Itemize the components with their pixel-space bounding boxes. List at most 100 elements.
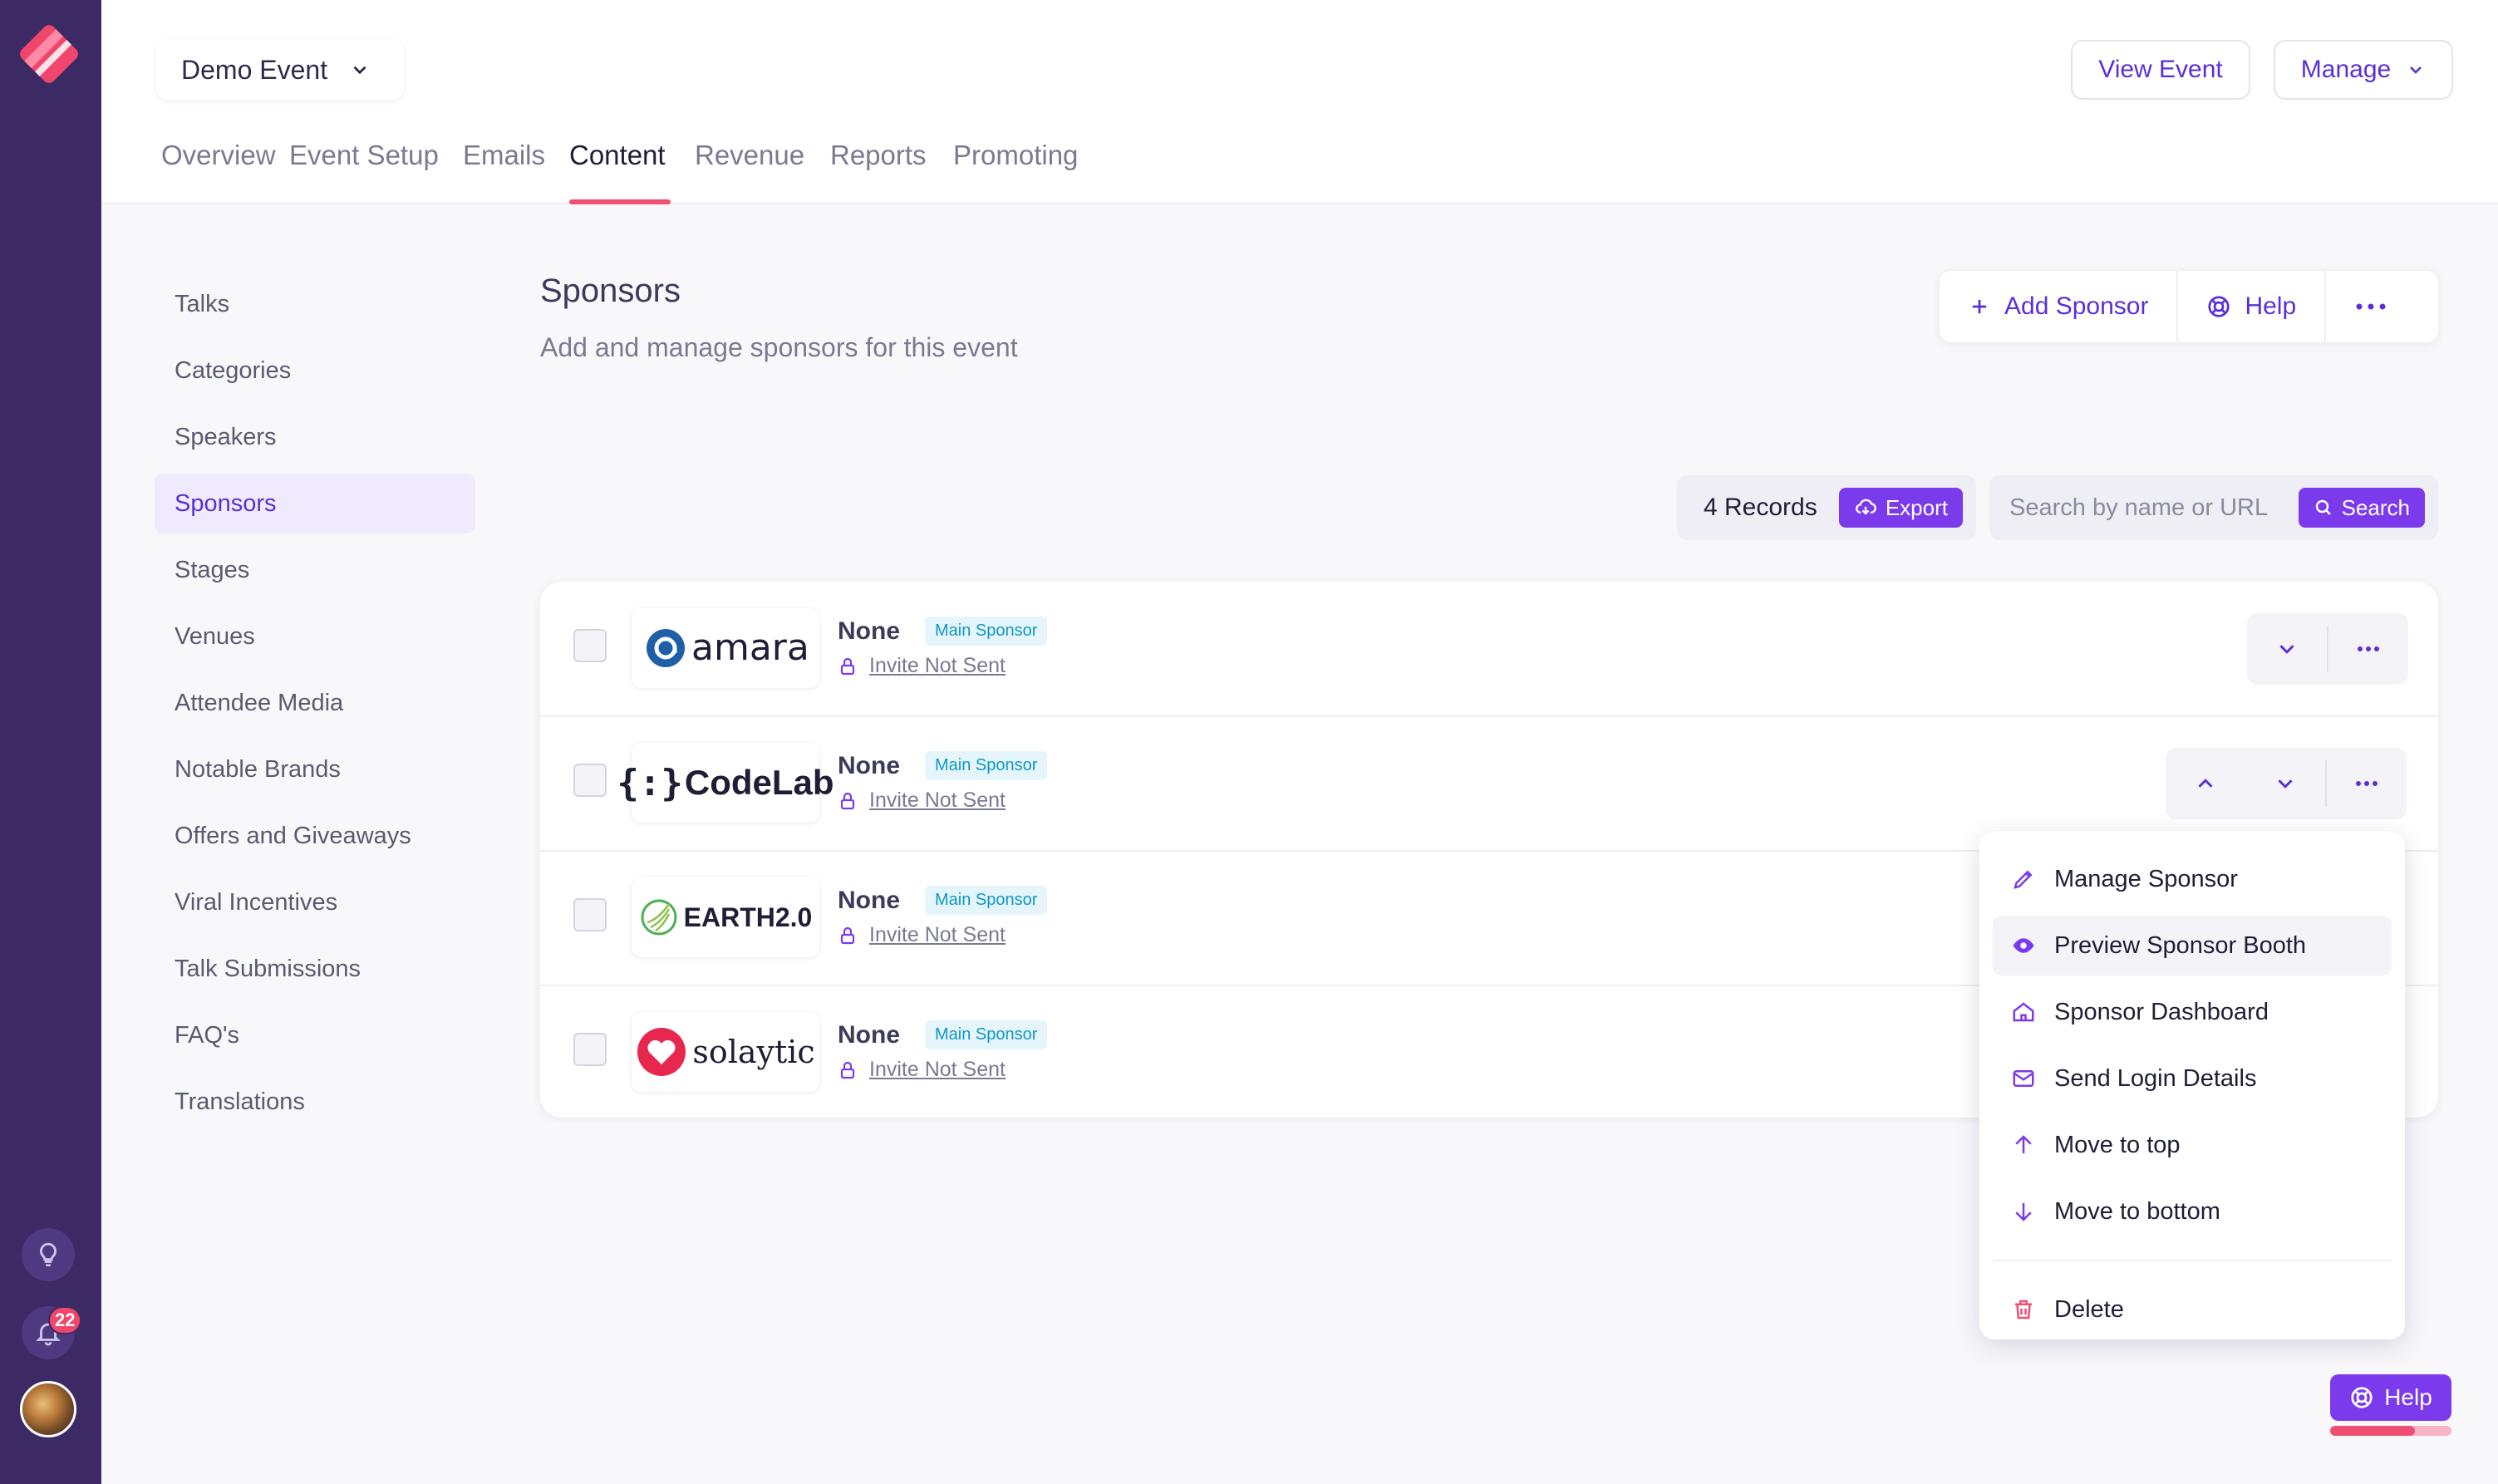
tab-reports[interactable]: Reports bbox=[830, 140, 927, 171]
menu-divider bbox=[1993, 1260, 2392, 1261]
chevron-down-icon bbox=[2279, 645, 2294, 654]
move-up-button[interactable] bbox=[2166, 748, 2245, 819]
row-checkbox[interactable] bbox=[573, 764, 607, 797]
sponsor-meta: None Main Sponsor Invite Not Sent bbox=[838, 886, 1048, 947]
sponsor-actions-menu: Manage Sponsor Preview Sponsor Booth Spo… bbox=[1979, 831, 2405, 1339]
export-button[interactable]: Export bbox=[1838, 488, 1963, 528]
menu-item-manage-sponsor[interactable]: Manage Sponsor bbox=[1993, 849, 2392, 909]
sidebar-item-talks[interactable]: Talks bbox=[155, 274, 475, 334]
row-checkbox[interactable] bbox=[573, 629, 607, 662]
invite-status-link[interactable]: Invite Not Sent bbox=[838, 923, 1047, 947]
invite-status-link[interactable]: Invite Not Sent bbox=[838, 789, 1047, 813]
sidebar-item-attendee-media[interactable]: Attendee Media bbox=[155, 673, 475, 733]
menu-item-label: Send Login Details bbox=[2054, 1064, 2257, 1092]
invite-status-label: Invite Not Sent bbox=[869, 654, 1006, 677]
menu-item-label: Preview Sponsor Booth bbox=[2054, 931, 2307, 959]
menu-item-send-login[interactable]: Send Login Details bbox=[1993, 1049, 2392, 1108]
event-name: Demo Event bbox=[181, 54, 328, 85]
help-progress-fill bbox=[2330, 1426, 2416, 1436]
arrow-up-icon bbox=[2015, 1135, 2032, 1153]
menu-item-move-bottom[interactable]: Move to bottom bbox=[1993, 1182, 2392, 1241]
row-checkbox[interactable] bbox=[573, 1033, 607, 1066]
sidebar-item-talk-submissions[interactable]: Talk Submissions bbox=[155, 939, 475, 999]
menu-item-preview-booth[interactable]: Preview Sponsor Booth bbox=[1993, 916, 2392, 975]
menu-item-label: Manage Sponsor bbox=[2054, 865, 2238, 892]
tab-promoting[interactable]: Promoting bbox=[953, 140, 1078, 171]
tab-emails[interactable]: Emails bbox=[463, 140, 545, 171]
sidebar-item-speakers[interactable]: Speakers bbox=[155, 407, 475, 467]
row-more-button[interactable] bbox=[2328, 613, 2408, 685]
search-button-label: Search bbox=[2341, 494, 2410, 520]
tab-overview[interactable]: Overview bbox=[161, 140, 276, 171]
avatar[interactable] bbox=[20, 1381, 76, 1437]
row-actions bbox=[2166, 748, 2407, 819]
sponsor-tag: Main Sponsor bbox=[925, 617, 1048, 646]
move-down-button[interactable] bbox=[2247, 613, 2327, 685]
add-sponsor-button[interactable]: Add Sponsor bbox=[1940, 271, 2179, 342]
sidebar-item-notable-brands[interactable]: Notable Brands bbox=[155, 740, 475, 799]
menu-item-label: Move to top bbox=[2054, 1131, 2181, 1158]
app-logo[interactable] bbox=[12, 17, 86, 91]
invite-status-link[interactable]: Invite Not Sent bbox=[838, 654, 1047, 678]
lifebuoy-icon bbox=[2208, 296, 2230, 317]
sponsor-tag: Main Sponsor bbox=[925, 1020, 1048, 1049]
plus-icon bbox=[1972, 299, 1987, 314]
menu-item-label: Sponsor Dashboard bbox=[2054, 998, 2269, 1025]
row-more-button[interactable] bbox=[2327, 748, 2407, 819]
menu-item-move-top[interactable]: Move to top bbox=[1993, 1115, 2392, 1175]
app-rail: 22 bbox=[0, 0, 101, 1484]
list-item: amara None Main Sponsor Invite Not Sent bbox=[540, 582, 2438, 716]
manage-button[interactable]: Manage bbox=[2274, 40, 2453, 100]
chevron-down-icon bbox=[2410, 66, 2422, 74]
sponsor-logo-text: CodeLab bbox=[684, 763, 834, 802]
floating-help-button[interactable]: Help bbox=[2330, 1374, 2451, 1421]
search-input[interactable] bbox=[2009, 494, 2292, 522]
sidebar-item-translations[interactable]: Translations bbox=[155, 1072, 475, 1132]
move-down-button[interactable] bbox=[2245, 748, 2325, 819]
lock-icon bbox=[840, 926, 855, 944]
sponsor-logo: EARTH2.0 bbox=[632, 877, 819, 957]
help-button[interactable]: Help bbox=[2178, 271, 2327, 342]
help-label: Help bbox=[2245, 292, 2297, 320]
sponsor-meta: None Main Sponsor Invite Not Sent bbox=[838, 617, 1048, 678]
sidebar-item-offers[interactable]: Offers and Giveaways bbox=[155, 806, 475, 866]
row-checkbox[interactable] bbox=[573, 898, 607, 931]
lifebuoy-icon bbox=[2351, 1387, 2373, 1408]
sponsor-level: None bbox=[838, 751, 900, 779]
search-icon bbox=[2315, 499, 2331, 515]
sponsor-level: None bbox=[838, 886, 900, 914]
manage-label: Manage bbox=[2300, 56, 2392, 83]
event-selector[interactable]: Demo Event bbox=[156, 40, 405, 100]
sidebar-item-venues[interactable]: Venues bbox=[155, 607, 475, 666]
sidebar-item-stages[interactable]: Stages bbox=[155, 540, 475, 600]
menu-item-delete[interactable]: Delete bbox=[1993, 1280, 2392, 1339]
sponsor-logo: {:} CodeLab bbox=[617, 743, 834, 823]
sidebar-item-viral-incentives[interactable]: Viral Incentives bbox=[155, 872, 475, 932]
view-event-button[interactable]: View Event bbox=[2071, 40, 2250, 100]
view-event-label: View Event bbox=[2098, 56, 2223, 83]
tab-revenue[interactable]: Revenue bbox=[695, 140, 804, 171]
tab-event-setup[interactable]: Event Setup bbox=[289, 140, 439, 171]
page-subtitle: Add and manage sponsors for this event bbox=[540, 332, 1018, 362]
cloud-download-icon bbox=[1855, 499, 1876, 515]
chevron-down-icon bbox=[2278, 779, 2293, 789]
page-title: Sponsors bbox=[540, 273, 681, 309]
trash-icon bbox=[2015, 1300, 2032, 1319]
sidebar-item-faqs[interactable]: FAQ's bbox=[155, 1005, 475, 1065]
menu-item-sponsor-dashboard[interactable]: Sponsor Dashboard bbox=[1993, 982, 2392, 1042]
lightbulb-icon[interactable] bbox=[22, 1228, 75, 1281]
sponsor-meta: None Main Sponsor Invite Not Sent bbox=[838, 1020, 1048, 1082]
sidebar-item-sponsors[interactable]: Sponsors bbox=[155, 474, 475, 533]
invite-status-link[interactable]: Invite Not Sent bbox=[838, 1058, 1047, 1082]
more-actions-button[interactable] bbox=[2326, 271, 2416, 342]
tab-content[interactable]: Content bbox=[569, 140, 666, 171]
floating-help-label: Help bbox=[2384, 1384, 2432, 1410]
sponsor-level: None bbox=[838, 617, 900, 645]
search-button[interactable]: Search bbox=[2298, 488, 2425, 528]
menu-item-label: Delete bbox=[2054, 1295, 2124, 1323]
help-progress-bar bbox=[2330, 1426, 2451, 1436]
sidebar-item-categories[interactable]: Categories bbox=[155, 341, 475, 400]
arrow-down-icon bbox=[2015, 1203, 2032, 1221]
sponsor-tag: Main Sponsor bbox=[925, 751, 1048, 780]
records-count: 4 Records bbox=[1704, 494, 1817, 521]
